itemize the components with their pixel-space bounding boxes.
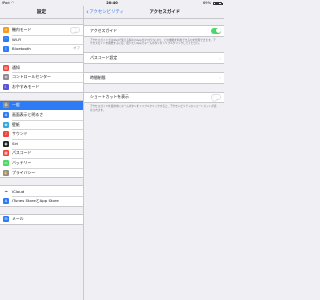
sidebar-item-value: オフ (73, 46, 80, 51)
sidebar-item[interactable]: ᛒ Bluetooth オフ (0, 44, 83, 54)
guided-access-label: アクセスガイド (90, 27, 118, 33)
app-store-icon: A (3, 197, 9, 204)
sound-icon: ♪ (3, 131, 9, 138)
bluetooth-icon: ᛒ (3, 45, 9, 52)
sidebar-item-label: サウンド (12, 131, 28, 137)
gear-icon: ⚙ (3, 102, 9, 109)
sidebar-item-label: メール (12, 216, 24, 222)
sidebar-group: ✈ 機内モード ◠ Wi-Fi ᛒ Bluetooth オフ (0, 24, 83, 55)
sidebar-title: 設定 (0, 6, 83, 19)
sidebar-item-label: 画面表示と明るさ (12, 111, 44, 117)
page-title: アクセスガイド (149, 10, 180, 15)
sidebar-item[interactable]: ⚙ 一般 (0, 100, 83, 111)
sidebar-groups: ✈ 機内モード ◠ Wi-Fi ᛒ Bluetooth オフ ▤ 通知 ≡ コントロールセンター ☾ お… (0, 24, 83, 226)
sidebar-item-label: iTunes StoreとApp Store (12, 197, 59, 203)
passcode-settings-group: パスコード設定 › (84, 52, 224, 64)
passcode-settings-row[interactable]: パスコード設定 › (84, 53, 224, 63)
sidebar-item-label: iCloud (12, 188, 25, 194)
guided-access-toggle[interactable] (211, 27, 221, 34)
sidebar-group: ▤ 通知 ≡ コントロールセンター ☾ おやすみモード (0, 61, 83, 93)
sidebar-item[interactable]: ☁ iCloud (0, 186, 83, 196)
time-limits-row[interactable]: 時間制限 › (84, 73, 224, 83)
sidebar-item[interactable]: ▭ バッテリー (0, 158, 83, 168)
icloud-icon: ☁ (3, 188, 9, 195)
sidebar-item-label: Wi-Fi (12, 36, 22, 42)
sidebar-group: ⚙ 一般 A 画面表示と明るさ ❀ 壁紙 ♪ サウンド ◉ Siri ▦ パスコード ▭ バッテリー ✋ プラ… (0, 99, 83, 179)
time-limits-label: 時間制限 (90, 74, 106, 80)
sidebar-item[interactable]: ❀ 壁紙 (0, 119, 83, 130)
back-button-label: アクセシビリティ (89, 10, 124, 15)
shortcut-toggle[interactable] (211, 94, 221, 101)
detail-pane: ‹ アクセシビリティ アクセスガイド アクセスガイド アクセスガイドではiPad… (84, 6, 224, 300)
sidebar-item[interactable]: ✉ メール (0, 215, 83, 225)
sidebar-item[interactable]: ☾ おやすみモード (0, 81, 83, 92)
sidebar-item-label: 機内モード (12, 26, 32, 32)
sidebar-item-label: Siri (12, 141, 19, 147)
back-button[interactable]: ‹ アクセシビリティ (86, 6, 124, 19)
sidebar-group: ✉ メール (0, 213, 83, 226)
battery-icon (213, 1, 223, 5)
wifi-icon: ◠ (3, 36, 9, 43)
sidebar-item-label: パスコード (12, 150, 32, 156)
shortcut-row: ショートカットを表示 (84, 93, 224, 103)
sidebar-item[interactable]: ▦ パスコード (0, 148, 83, 159)
shortcut-group: ショートカットを表示 (84, 91, 224, 104)
mail-icon: ✉ (3, 216, 9, 223)
shortcut-footnote: アクセスガイドを使用中にホームボタンをトリプルクリックすると、アクセシビリティの… (90, 105, 217, 112)
sidebar-item[interactable]: ✈ 機内モード (0, 25, 83, 35)
airplane-mode-toggle[interactable] (70, 26, 80, 33)
sidebar-item[interactable]: ◉ Siri (0, 138, 83, 149)
battery-icon: ▭ (3, 159, 9, 166)
control-center-icon: ≡ (3, 74, 9, 81)
chevron-right-icon: › (219, 55, 221, 61)
sidebar-item-label: プライバシー (12, 169, 36, 175)
guided-access-group: アクセスガイド (84, 25, 224, 37)
passcode-settings-label: パスコード設定 (90, 55, 118, 61)
navigation-bar: ‹ アクセシビリティ アクセスガイド (84, 6, 224, 19)
sidebar-item[interactable]: ◠ Wi-Fi (0, 34, 83, 45)
sidebar-item-label: Bluetooth (12, 46, 31, 52)
sidebar-item[interactable]: A 画面表示と明るさ (0, 110, 83, 120)
sidebar-group: ☁ iCloud AiTunes StoreとApp Store (0, 185, 83, 207)
sidebar-item-label: バッテリー (12, 159, 32, 165)
siri-icon: ◉ (3, 140, 9, 147)
settings-sidebar: 設定 ✈ 機内モード ◠ Wi-Fi ᛒ Bluetooth オフ ▤ 通知 ≡ コントロールセンタ… (0, 6, 84, 300)
guided-access-footnote: アクセスガイドではiPadで使える個々のAppが1つだけになり、どの機能を利用で… (90, 38, 216, 45)
passcode-icon: ▦ (3, 150, 9, 157)
sidebar-item[interactable]: ♪ サウンド (0, 129, 83, 139)
sidebar-item-label: 通知 (12, 64, 20, 70)
display-icon: A (3, 111, 9, 118)
shortcut-label: ショートカットを表示 (90, 94, 129, 100)
sidebar-item-label: おやすみモード (12, 83, 40, 89)
sidebar-item-label: コントロールセンター (12, 74, 51, 80)
moon-icon: ☾ (3, 83, 9, 90)
time-limits-group: 時間制限 › (84, 72, 224, 84)
sidebar-item[interactable]: AiTunes StoreとApp Store (0, 195, 83, 206)
sidebar-item-label: 壁紙 (12, 121, 20, 127)
chevron-right-icon: › (219, 75, 221, 81)
airplane-icon: ✈ (3, 26, 9, 33)
privacy-icon: ✋ (3, 169, 9, 176)
sidebar-item-label: 一般 (12, 102, 20, 108)
wallpaper-icon: ❀ (3, 121, 9, 128)
sidebar-item[interactable]: ≡ コントロールセンター (0, 72, 83, 82)
notifications-icon: ▤ (3, 64, 9, 71)
sidebar-item[interactable]: ▤ 通知 (0, 63, 83, 73)
guided-access-row: アクセスガイド (84, 26, 224, 36)
sidebar-item[interactable]: ✋ プライバシー (0, 167, 83, 178)
